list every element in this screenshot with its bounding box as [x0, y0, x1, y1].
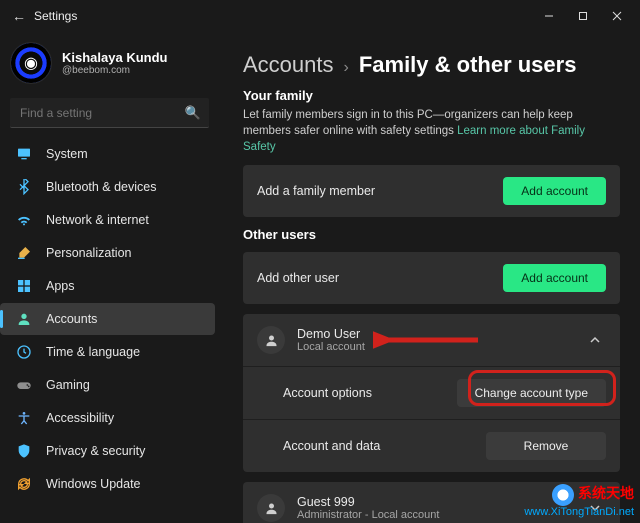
nav-item-apps[interactable]: Apps: [0, 270, 215, 302]
search-input[interactable]: [18, 105, 185, 121]
user-card-demo: Demo User Local account Account options …: [243, 314, 620, 472]
access-icon: [14, 408, 34, 428]
title-bar: ← Settings: [0, 0, 640, 32]
user-name: Demo User: [297, 327, 365, 341]
bluetooth-icon: [14, 177, 34, 197]
user-sub: Local account: [297, 341, 365, 353]
breadcrumb-parent[interactable]: Accounts: [243, 52, 334, 78]
content-pane: Accounts › Family & other users Your fam…: [225, 32, 640, 523]
back-button[interactable]: ←: [6, 8, 32, 24]
other-users-heading: Other users: [243, 227, 620, 242]
search-icon: 🔍: [185, 105, 201, 121]
nav-item-shield[interactable]: Privacy & security: [0, 435, 215, 467]
account-options-label: Account options: [283, 386, 372, 400]
shield-icon: [14, 441, 34, 461]
person-icon: [257, 326, 285, 354]
nav-item-label: Accessibility: [46, 411, 114, 425]
maximize-button[interactable]: [566, 4, 600, 28]
nav-item-person[interactable]: Accounts: [0, 303, 215, 335]
nav-item-system[interactable]: System: [0, 138, 215, 170]
nav-item-label: Time & language: [46, 345, 140, 359]
chevron-up-icon[interactable]: [584, 329, 606, 351]
window-title: Settings: [34, 9, 77, 23]
add-other-user-label: Add other user: [257, 271, 339, 285]
account-options-row: Account options Change account type: [243, 366, 620, 419]
add-family-label: Add a family member: [257, 184, 375, 198]
nav-item-label: Personalization: [46, 246, 131, 260]
sidebar: ◉ Kishalaya Kundu @beebom.com 🔍 System Bl…: [0, 32, 225, 523]
game-icon: [14, 375, 34, 395]
minimize-button[interactable]: [532, 4, 566, 28]
add-family-card: Add a family member Add account: [243, 165, 620, 217]
profile-block[interactable]: ◉ Kishalaya Kundu @beebom.com: [0, 38, 219, 94]
breadcrumb: Accounts › Family & other users: [243, 52, 620, 78]
user-header-row[interactable]: Demo User Local account: [243, 314, 620, 366]
close-button[interactable]: [600, 4, 634, 28]
page-title: Family & other users: [359, 52, 577, 78]
nav-item-access[interactable]: Accessibility: [0, 402, 215, 434]
account-data-row: Account and data Remove: [243, 419, 620, 472]
nav-item-label: Network & internet: [46, 213, 149, 227]
wifi-icon: [14, 210, 34, 230]
family-heading: Your family: [243, 88, 620, 103]
clock-icon: [14, 342, 34, 362]
watermark: 系统天地 www.XiTongTianDi.net: [524, 484, 634, 519]
nav-item-label: Apps: [46, 279, 75, 293]
person-icon: [257, 494, 285, 522]
person-icon: [14, 309, 34, 329]
add-other-user-button[interactable]: Add account: [503, 264, 606, 292]
nav-item-brush[interactable]: Personalization: [0, 237, 215, 269]
account-data-label: Account and data: [283, 439, 380, 453]
remove-user-button[interactable]: Remove: [486, 432, 606, 460]
apps-icon: [14, 276, 34, 296]
nav-item-bluetooth[interactable]: Bluetooth & devices: [0, 171, 215, 203]
nav-item-update[interactable]: Windows Update: [0, 468, 215, 500]
avatar: ◉: [10, 42, 52, 84]
user-name: Guest 999: [297, 495, 439, 509]
profile-name: Kishalaya Kundu: [62, 50, 167, 65]
watermark-logo-icon: [552, 484, 574, 506]
add-family-button[interactable]: Add account: [503, 177, 606, 205]
add-other-user-card: Add other user Add account: [243, 252, 620, 304]
nav-item-clock[interactable]: Time & language: [0, 336, 215, 368]
system-icon: [14, 144, 34, 164]
nav-item-label: Gaming: [46, 378, 90, 392]
profile-email: @beebom.com: [62, 65, 167, 76]
change-account-type-button[interactable]: Change account type: [457, 379, 606, 407]
search-box[interactable]: 🔍: [10, 98, 209, 128]
nav-item-label: Accounts: [46, 312, 97, 326]
nav-item-wifi[interactable]: Network & internet: [0, 204, 215, 236]
nav-item-label: System: [46, 147, 88, 161]
nav-item-game[interactable]: Gaming: [0, 369, 215, 401]
update-icon: [14, 474, 34, 494]
nav-item-label: Bluetooth & devices: [46, 180, 157, 194]
chevron-right-icon: ›: [344, 59, 349, 77]
family-description: Let family members sign in to this PC—or…: [243, 107, 620, 155]
nav-item-label: Privacy & security: [46, 444, 145, 458]
nav-list: System Bluetooth & devices Network & inter…: [0, 138, 219, 500]
nav-item-label: Windows Update: [46, 477, 141, 491]
user-sub: Administrator - Local account: [297, 509, 439, 521]
brush-icon: [14, 243, 34, 263]
